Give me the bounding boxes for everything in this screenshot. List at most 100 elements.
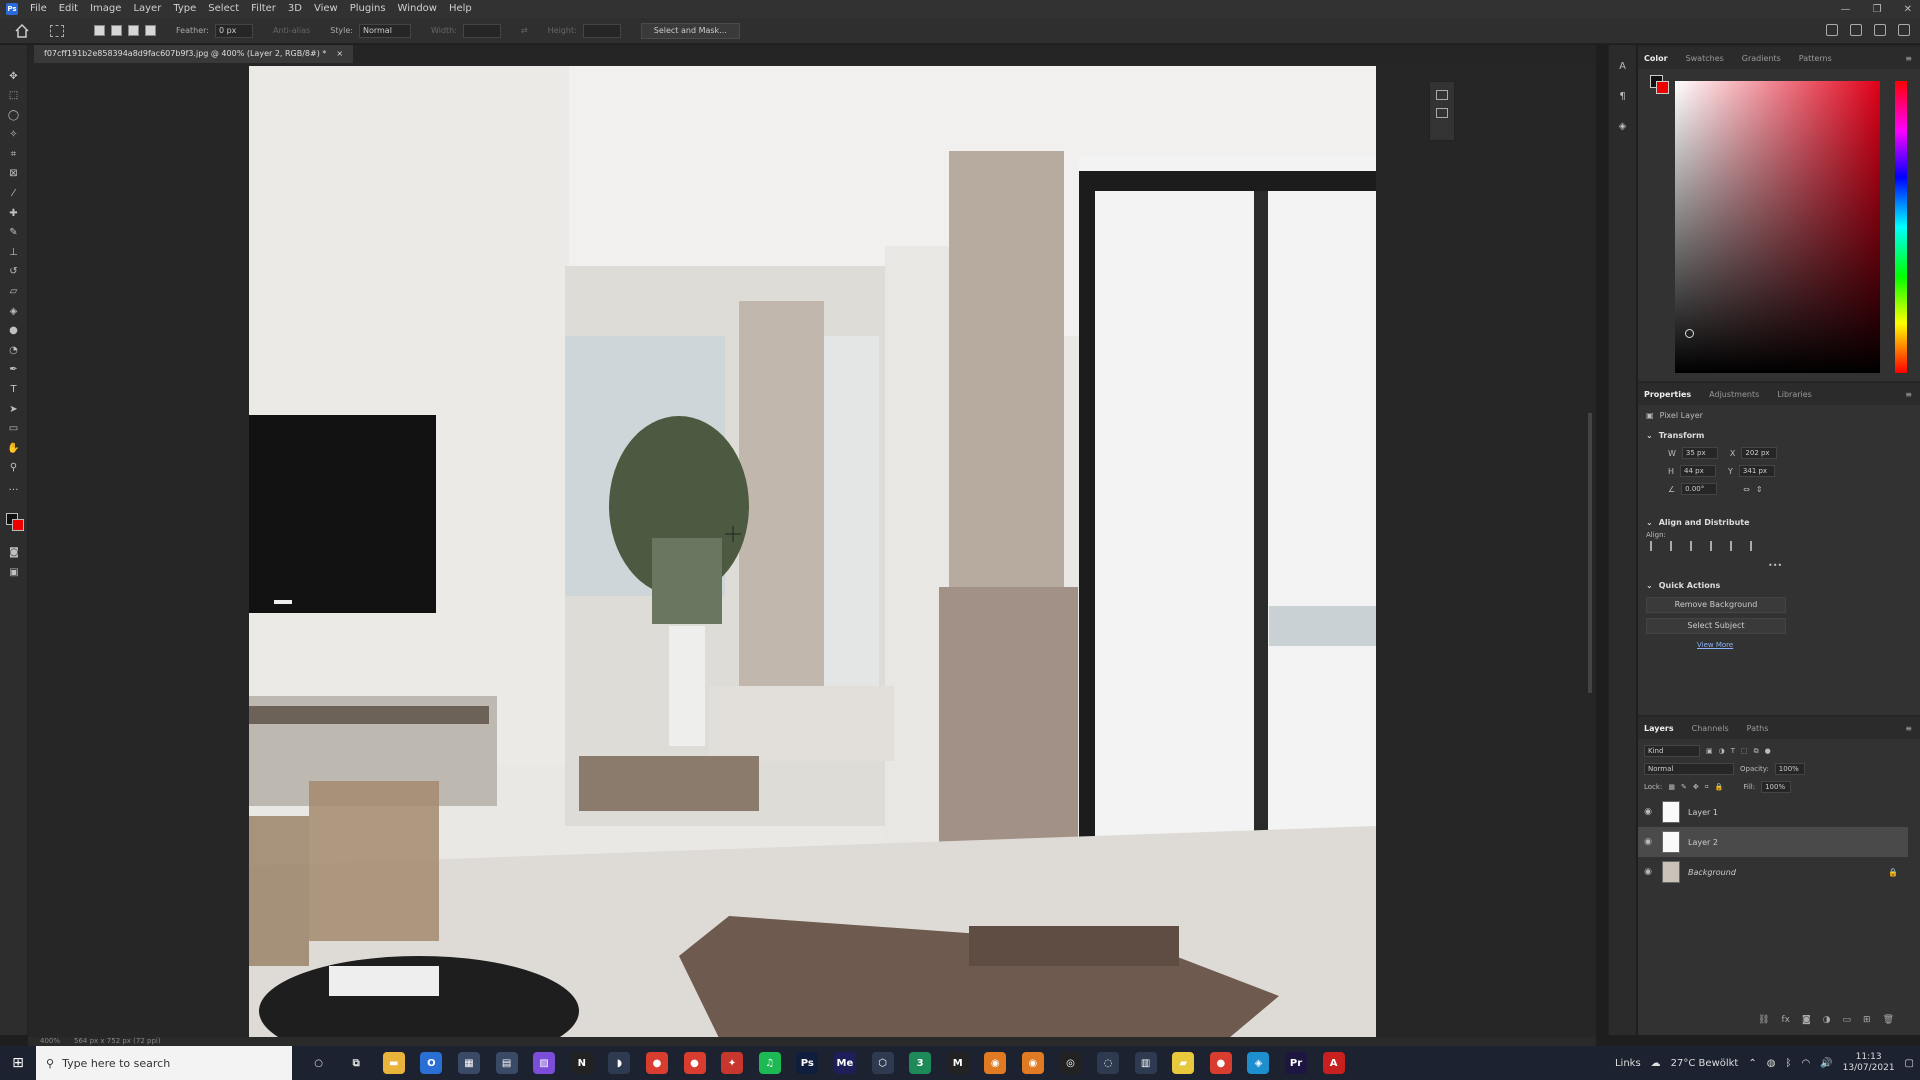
chrome-icon[interactable]: ● [1209,1052,1232,1074]
share-export-icon[interactable] [1898,24,1910,36]
acrobat-icon[interactable]: A [1322,1052,1345,1074]
menu-help[interactable]: Help [443,0,478,18]
marquee-tool-icon[interactable]: ⬚ [7,89,21,103]
intersect-selection-icon[interactable] [145,25,156,36]
blend-mode-select[interactable]: Normal [1644,763,1734,775]
tab-swatches[interactable]: Swatches [1686,54,1724,63]
layer-row-layer-1[interactable]: ◉ Layer 1 [1638,797,1908,827]
frame-tool-icon[interactable]: ⊠ [7,167,21,181]
menu-plugins[interactable]: Plugins [344,0,392,18]
menu-edit[interactable]: Edit [53,0,84,18]
panel-menu-icon[interactable]: ≡ [1905,724,1912,733]
color-panel-swatches[interactable] [1650,75,1672,97]
document-close-icon[interactable]: × [336,45,343,63]
cortana-icon[interactable]: ○ [308,1052,330,1074]
view-more-link[interactable]: View More [1697,641,1733,649]
width-input[interactable] [462,23,501,38]
task-view-icon[interactable]: ⧉ [345,1052,367,1074]
menu-type[interactable]: Type [167,0,202,18]
crop-tool-icon[interactable]: ⌗ [7,147,21,161]
character-panel-icon[interactable]: A [1616,61,1630,75]
zoom-level[interactable]: 400% [40,1037,60,1046]
color-field[interactable] [1675,81,1880,373]
add-mask-icon[interactable]: ◙ [1802,1015,1811,1025]
restore-icon[interactable]: ❐ [1873,4,1882,15]
add-selection-icon[interactable] [111,25,122,36]
zoom-tool-icon[interactable]: ⚲ [7,461,21,475]
background-color-swatch[interactable] [12,519,24,531]
link-layers-icon[interactable]: ⛓ [1758,1015,1769,1025]
lock-pixels-icon[interactable]: ✎ [1681,783,1687,791]
history-icon[interactable] [1436,90,1448,100]
new-group-icon[interactable]: ▭ [1843,1015,1852,1025]
flip-horizontal-icon[interactable]: ⇔ [1743,485,1750,494]
document-image[interactable] [249,66,1376,1038]
links-toolbar[interactable]: Links [1615,1058,1641,1069]
app-icon[interactable]: 3 [909,1052,932,1074]
select-subject-button[interactable]: Select Subject [1646,618,1786,634]
dodge-tool-icon[interactable]: ◔ [7,343,21,357]
opacity-field[interactable]: 100% [1774,763,1805,775]
height-field[interactable]: 44 px [1680,465,1717,477]
style-select[interactable]: Normal [358,23,411,38]
play-icon[interactable] [1436,108,1448,118]
transform-header[interactable]: ⌄ Transform [1646,431,1704,440]
chrome-icon[interactable]: ● [683,1052,706,1074]
search-icon[interactable] [1850,24,1862,36]
weather-widget[interactable]: 27°C Bewölkt [1671,1058,1739,1069]
menu-file[interactable]: File [24,0,53,18]
tab-channels[interactable]: Channels [1692,724,1729,733]
blender-icon[interactable]: ◉ [984,1052,1007,1074]
y-field[interactable]: 341 px [1738,465,1775,477]
history-brush-tool-icon[interactable]: ↺ [7,265,21,279]
canvas-area[interactable] [28,63,1596,1038]
workspace-icon[interactable] [1874,24,1886,36]
more-tools-icon[interactable]: … [7,480,21,494]
filter-pixel-icon[interactable]: ▣ [1706,747,1713,755]
notion-icon[interactable]: N [570,1052,593,1074]
tab-color[interactable]: Color [1644,54,1668,63]
layer-row-layer-2[interactable]: ◉ Layer 2 [1638,827,1908,857]
subtract-selection-icon[interactable] [128,25,139,36]
app-icon[interactable]: M [946,1052,969,1074]
lasso-tool-icon[interactable]: ◯ [7,108,21,122]
sticky-notes-icon[interactable]: ▰ [1172,1052,1195,1074]
align-left-icon[interactable] [1650,541,1660,551]
menu-3d[interactable]: 3D [282,0,308,18]
file-explorer-icon[interactable]: ▬ [382,1052,405,1074]
filter-shape-icon[interactable]: ⬚ [1741,747,1748,755]
new-selection-icon[interactable] [94,25,105,36]
panel-menu-icon[interactable]: ≡ [1905,54,1912,63]
app-icon[interactable]: ◎ [1059,1052,1082,1074]
home-icon[interactable] [14,23,30,38]
close-icon[interactable]: ✕ [1904,4,1912,15]
layer-name[interactable]: Background [1688,868,1736,877]
tab-libraries[interactable]: Libraries [1777,390,1812,399]
blender-icon[interactable]: ◉ [1021,1052,1044,1074]
app-icon[interactable]: ▤ [495,1052,518,1074]
taskbar-search[interactable]: ⚲ Type here to search [36,1046,292,1080]
spotify-icon[interactable]: ♫ [758,1052,781,1074]
tab-properties[interactable]: Properties [1644,390,1691,399]
visibility-eye-icon[interactable]: ◉ [1638,837,1658,847]
color-picker-cursor[interactable] [1685,329,1694,338]
app-icon[interactable]: ◗ [608,1052,631,1074]
layer-row-background[interactable]: ◉ Background 🔒 [1638,857,1908,887]
remove-background-button[interactable]: Remove Background [1646,597,1786,613]
quick-mask-icon[interactable]: ◙ [7,545,21,559]
photoshop-icon[interactable]: Ps [796,1052,819,1074]
menu-image[interactable]: Image [84,0,127,18]
taskbar-clock[interactable]: 11:13 13/07/2021 [1843,1052,1895,1074]
paragraph-panel-icon[interactable]: ¶ [1616,91,1630,105]
fill-field[interactable]: 100% [1761,781,1792,793]
more-options-icon[interactable]: ••• [1768,561,1782,570]
pen-tool-icon[interactable]: ✒ [7,363,21,377]
swap-icon[interactable]: ⇄ [521,26,528,35]
flip-vertical-icon[interactable]: ⇕ [1756,485,1763,494]
lock-transparent-icon[interactable]: ▦ [1668,783,1675,791]
menu-select[interactable]: Select [202,0,245,18]
clone-stamp-tool-icon[interactable]: ⊥ [7,245,21,259]
height-input[interactable] [582,23,621,38]
bluetooth-icon[interactable]: ᛒ [1785,1058,1791,1069]
foreground-background-swatches[interactable] [6,513,26,533]
